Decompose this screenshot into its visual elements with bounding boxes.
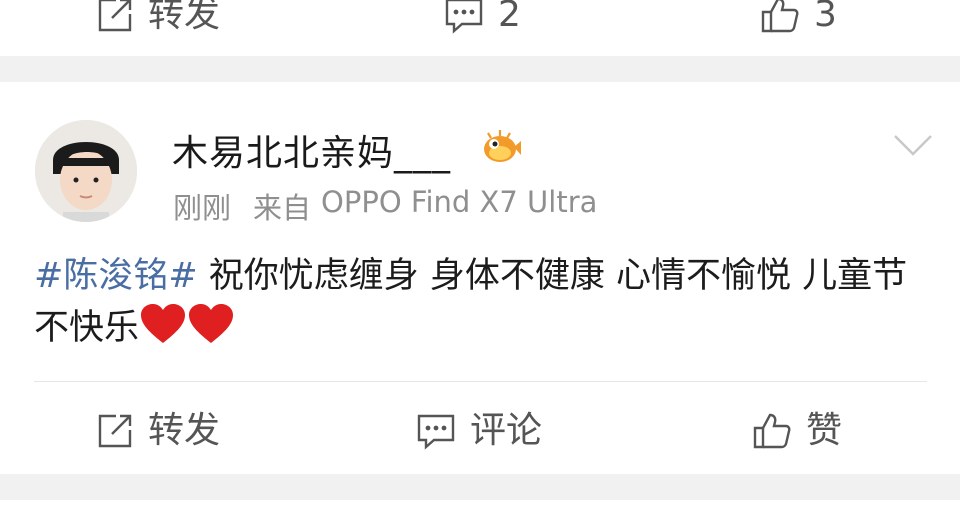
repost-button[interactable]: 转发 xyxy=(96,0,220,34)
repost-label: 转发 xyxy=(148,0,221,35)
topic-link[interactable]: #陈浚铭# xyxy=(34,256,198,296)
chevron-down-icon[interactable] xyxy=(891,130,935,160)
post-source: 来自 OPPO Find X7 Ultra xyxy=(253,185,597,227)
avatar[interactable] xyxy=(35,120,137,222)
like-label: 赞 xyxy=(806,410,843,451)
comment-label: 评论 xyxy=(470,410,543,451)
comment-button[interactable]: 2 xyxy=(444,0,521,34)
comment-icon xyxy=(417,414,455,450)
source-device: OPPO Find X7 Ultra xyxy=(321,185,598,219)
comment-icon xyxy=(445,0,483,34)
repost-label: 转发 xyxy=(148,410,221,451)
post-time: 刚刚 xyxy=(173,191,232,225)
post-meta: 刚刚 来自 OPPO Find X7 Ultra xyxy=(173,185,597,227)
feed-divider xyxy=(0,56,960,82)
source-prefix: 来自 xyxy=(253,191,312,225)
like-count: 3 xyxy=(814,0,837,35)
thumbs-up-icon xyxy=(761,0,799,33)
comment-count: 2 xyxy=(498,0,521,35)
like-button[interactable]: 3 xyxy=(760,0,837,34)
username[interactable]: 木易北北亲妈___ xyxy=(172,124,451,176)
thumbs-up-icon xyxy=(753,413,791,449)
post-action-bar: 转发 评论 赞 xyxy=(0,392,960,472)
comment-button[interactable]: 评论 xyxy=(416,412,542,450)
action-divider xyxy=(34,381,927,382)
post-text: #陈浚铭# 祝你忧虑缠身 身体不健康 心情不愉悦 儿童节不快乐❤️❤️ xyxy=(34,250,934,354)
repost-button[interactable]: 转发 xyxy=(96,412,220,450)
pufferfish-badge-icon xyxy=(480,127,522,165)
repost-icon xyxy=(98,414,132,448)
feed-divider xyxy=(0,474,960,500)
repost-icon xyxy=(98,0,132,32)
previous-post-action-bar: 转发 2 3 xyxy=(0,0,960,42)
like-button[interactable]: 赞 xyxy=(752,412,842,450)
avatar-photo xyxy=(35,120,137,222)
red-heart-icon xyxy=(189,304,234,343)
red-heart-icon xyxy=(141,304,186,343)
